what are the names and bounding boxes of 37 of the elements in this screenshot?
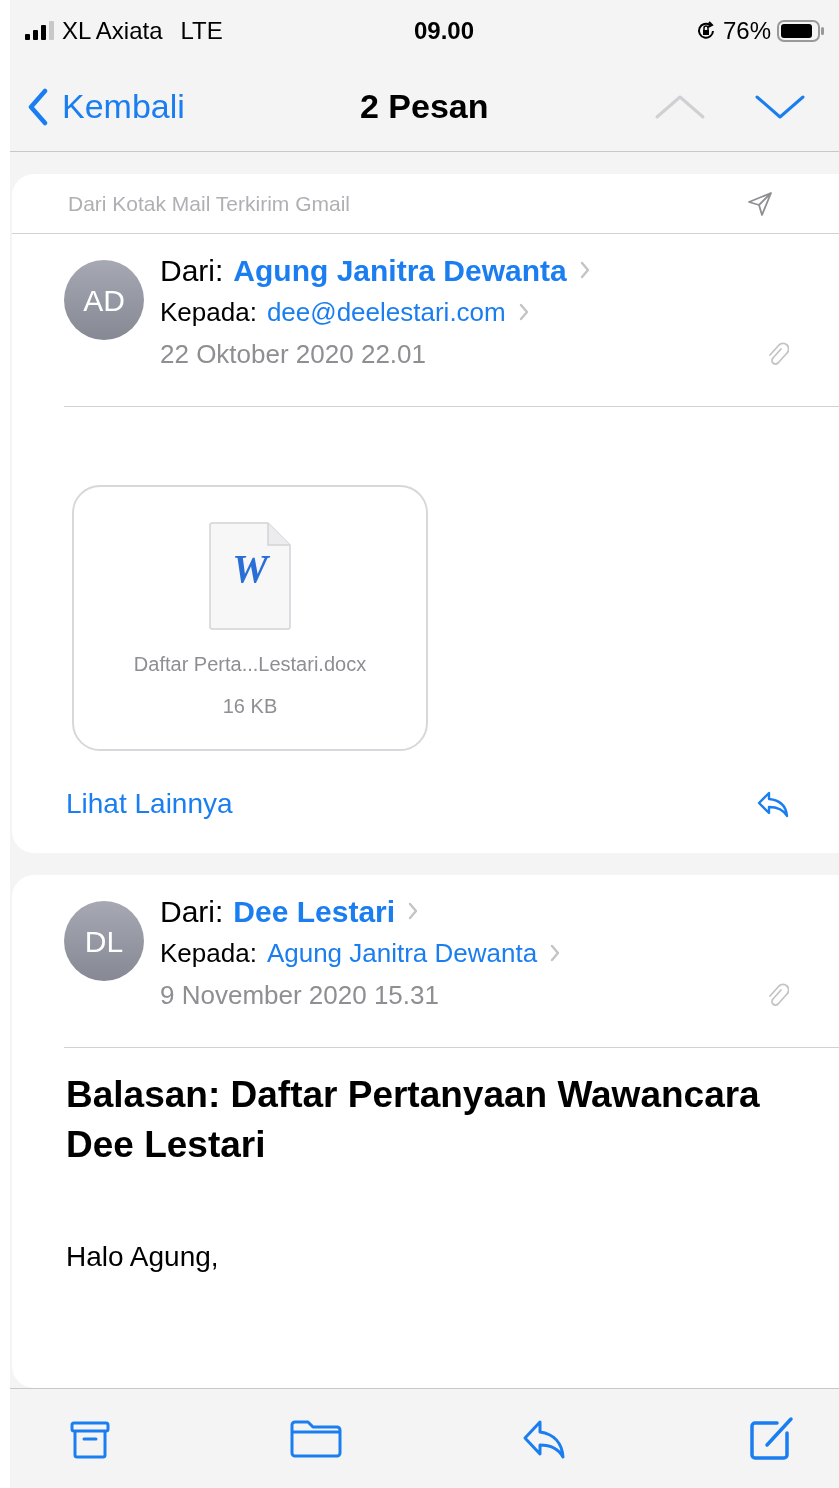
compose-icon xyxy=(747,1414,795,1463)
email-subject: Balasan: Daftar Pertanyaan Wawancara Dee Lestari xyxy=(65,1073,761,1167)
chevron-right-icon xyxy=(517,302,530,322)
back-chevron-icon xyxy=(28,87,48,126)
to-label: Kepada: xyxy=(160,936,257,970)
attachment-name: Daftar Perta...Lestari.docx xyxy=(133,652,367,677)
see-more-link[interactable]: Lihat Lainnya xyxy=(66,783,233,825)
sender-link[interactable]: Dee Lestari xyxy=(233,888,396,934)
email-body: Halo Agung, xyxy=(65,1240,220,1274)
chevron-right-icon xyxy=(549,943,562,963)
mailbox-note: Dari Kotak Mail Terkirim Gmail xyxy=(68,190,350,217)
paper-plane-icon xyxy=(747,190,773,217)
signal-icon xyxy=(24,21,54,41)
word-document-icon xyxy=(208,521,292,631)
to-label: Kepada: xyxy=(160,295,257,329)
word-letter: W xyxy=(231,549,271,589)
attachment-size: 16 KB xyxy=(222,694,278,719)
attachment-tile[interactable]: W Daftar Perta...Lestari.docx 16 KB xyxy=(72,485,428,751)
avatar: DL xyxy=(64,901,144,981)
recipient-link[interactable]: dee@deelestari.com xyxy=(266,292,506,332)
battery-percent: 76% xyxy=(722,16,771,46)
recipient-link[interactable]: Agung Janitra Dewanta xyxy=(266,933,538,973)
nav-title: 2 Pesan xyxy=(360,86,489,127)
compose-button[interactable] xyxy=(747,1414,795,1463)
from-label: Dari: xyxy=(160,893,224,930)
avatar: AD xyxy=(64,260,144,340)
back-button[interactable]: Kembali xyxy=(28,81,328,132)
battery-icon xyxy=(777,19,825,43)
sender-link[interactable]: Agung Janitra Dewanta xyxy=(233,247,567,293)
message-date: 9 November 2020 15.31 xyxy=(160,978,439,1012)
from-label: Dari: xyxy=(160,252,224,289)
network-type: LTE xyxy=(180,16,223,46)
chevron-right-icon xyxy=(407,901,420,921)
chevron-right-icon xyxy=(578,260,591,280)
clock-time: 09.00 xyxy=(414,16,475,46)
carrier-name: XL Axiata xyxy=(62,16,163,46)
message-date: 22 Oktober 2020 22.01 xyxy=(160,337,426,371)
